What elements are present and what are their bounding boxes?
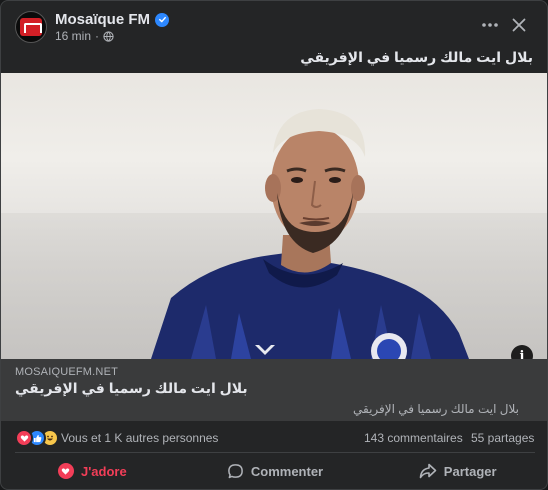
mosaique-logo-icon <box>20 18 42 36</box>
reactions-summary[interactable]: Vous et 1 K autres personnes <box>61 431 218 445</box>
post-header: Mosaïque FM 16 min · <box>1 1 547 47</box>
love-reaction-icon <box>57 463 74 479</box>
player-portrait <box>151 109 469 359</box>
comment-button[interactable]: Commenter <box>184 457 367 485</box>
post-time[interactable]: 16 min <box>55 29 91 43</box>
close-icon <box>512 18 526 32</box>
post-image[interactable] <box>1 73 547 359</box>
link-description: بلال ايت مالك رسميا في الإفريقي <box>353 402 519 416</box>
more-options-button[interactable] <box>476 11 504 39</box>
comment-label: Commenter <box>250 463 324 479</box>
reaction-icons[interactable] <box>15 429 59 447</box>
shares-count[interactable]: 55 partages <box>471 431 534 445</box>
action-bar: J'adore Commenter Partager <box>1 457 547 485</box>
divider <box>15 452 535 453</box>
engagement-bar: Vous et 1 K autres personnes 143 comment… <box>1 427 547 449</box>
page-avatar[interactable] <box>15 11 47 43</box>
love-label: J'adore <box>80 463 127 479</box>
globe-icon <box>103 30 114 42</box>
comment-icon <box>228 463 243 478</box>
comments-count[interactable]: 143 commentaires <box>364 431 463 445</box>
page-name[interactable]: Mosaïque FM <box>55 11 150 28</box>
more-dots-icon <box>482 23 498 27</box>
post-caption: بلال ايت مالك رسميا في الإفريقي <box>300 49 533 65</box>
verified-badge-icon <box>155 12 170 27</box>
meta-separator: · <box>95 29 100 43</box>
link-title[interactable]: بلال ايت مالك رسميا في الإفريقي <box>15 380 248 397</box>
facebook-post-card: Mosaïque FM 16 min · بلال ايت مالك رسميا… <box>0 0 548 490</box>
love-button[interactable]: J'adore <box>1 457 184 485</box>
page-name-link[interactable]: Mosaïque FM <box>55 11 170 28</box>
close-button[interactable] <box>505 11 533 39</box>
love-icon <box>15 429 33 447</box>
link-domain: MOSAIQUEFM.NET <box>15 366 119 378</box>
post-meta: 16 min · <box>55 29 114 43</box>
share-button[interactable]: Partager <box>366 457 547 485</box>
share-icon <box>419 463 437 479</box>
link-preview[interactable]: MOSAIQUEFM.NET بلال ايت مالك رسميا في ال… <box>1 359 547 421</box>
share-label: Partager <box>443 463 497 479</box>
